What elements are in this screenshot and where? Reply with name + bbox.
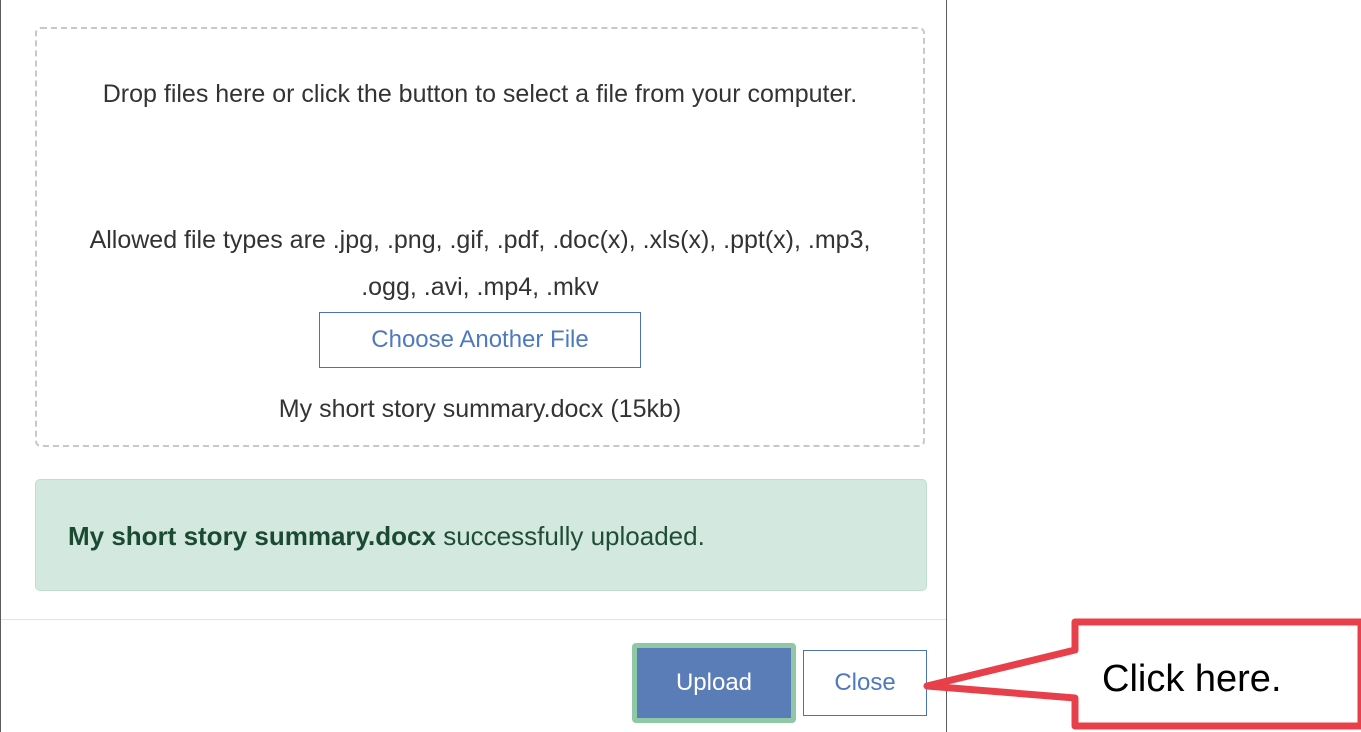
dropzone-instructions: Drop files here or click the button to s… <box>102 80 858 108</box>
close-button[interactable]: Close <box>803 650 927 716</box>
upload-button[interactable]: Upload <box>632 643 796 723</box>
selected-file-info: My short story summary.docx (15kb) <box>278 395 682 423</box>
choose-another-file-button[interactable]: Choose Another File <box>319 312 641 368</box>
uploaded-filename: My short story summary.docx <box>68 521 436 551</box>
upload-modal: Drop files here or click the button to s… <box>0 0 947 732</box>
upload-success-alert: My short story summary.docx successfully… <box>35 479 927 591</box>
success-message: successfully uploaded. <box>435 521 705 551</box>
file-dropzone[interactable]: Drop files here or click the button to s… <box>35 27 925 447</box>
allowed-file-types: Allowed file types are .jpg, .png, .gif,… <box>89 226 871 301</box>
callout-text: Click here. <box>1102 658 1282 700</box>
modal-footer-divider <box>1 619 946 620</box>
screenshot-stage: Drop files here or click the button to s… <box>0 0 1361 732</box>
